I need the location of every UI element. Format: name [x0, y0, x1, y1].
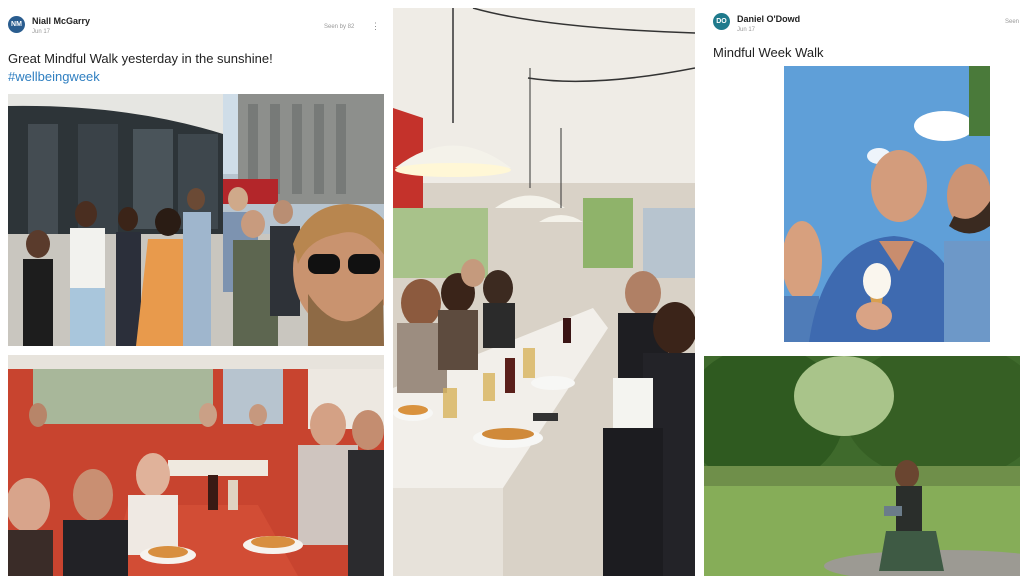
author-name[interactable]: Niall McGarry	[32, 16, 90, 26]
restaurant-photo[interactable]	[8, 355, 384, 576]
seen-count[interactable]: Seen by 82	[324, 24, 354, 30]
hashtag-link[interactable]: #wellbeingweek	[8, 69, 100, 84]
seen-count[interactable]: Seen	[1005, 19, 1019, 25]
post-date: Jun 17	[737, 27, 756, 33]
avatar[interactable]: DO	[713, 13, 730, 30]
park-photo[interactable]	[704, 356, 1020, 576]
post-card-daniel: DO Daniel O'Dowd Jun 17 Seen Mindful Wee…	[700, 0, 1024, 350]
avatar[interactable]: NM	[8, 16, 25, 33]
post-photo[interactable]	[8, 94, 384, 346]
dinner-photo[interactable]	[393, 8, 695, 576]
post-text: Mindful Week Walk	[713, 45, 824, 60]
post-date: Jun 17	[32, 29, 51, 35]
post-photo[interactable]	[784, 66, 990, 342]
author-name[interactable]: Daniel O'Dowd	[737, 14, 800, 24]
post-text: Great Mindful Walk yesterday in the suns…	[8, 51, 273, 66]
post-card-niall: NM Niall McGarry Jun 17 Seen by 82 ⋮ Gre…	[0, 0, 390, 350]
more-vertical-icon[interactable]: ⋮	[371, 21, 380, 32]
